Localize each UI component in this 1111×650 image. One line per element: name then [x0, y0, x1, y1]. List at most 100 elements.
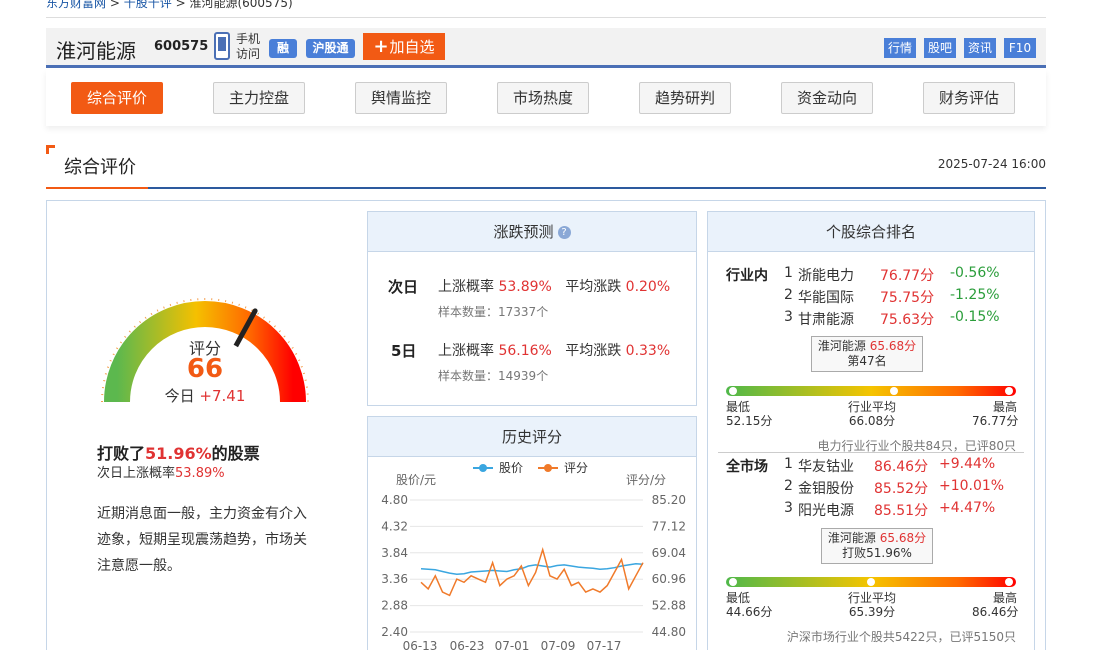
- rank-score: 75.63分: [880, 312, 935, 328]
- rank-change: -0.56%: [950, 265, 1000, 281]
- industry-min: 最低 52.15分: [726, 400, 772, 428]
- rank-number: 1: [784, 456, 793, 472]
- next-day-prob: 次日上涨概率53.89%: [97, 462, 225, 481]
- y-right-tick: 60.96: [652, 572, 686, 586]
- margin-badge[interactable]: 融: [269, 39, 297, 58]
- x-tick: 07-01: [495, 639, 530, 650]
- breadcrumb-current: 淮河能源(600575): [189, 0, 293, 10]
- rank-stock-name: 金钼股份: [798, 481, 854, 497]
- gauge-today: 今日 +7.41: [150, 385, 260, 406]
- y-right-tick: 77.12: [652, 519, 686, 533]
- tip-stock-name: 淮河能源: [817, 339, 866, 353]
- next-day-label: 次日上涨概率: [97, 466, 176, 481]
- legend-price-label[interactable]: 股价: [499, 461, 523, 475]
- add-watchlist-button[interactable]: +加自选: [363, 33, 445, 60]
- f10-link[interactable]: F10: [1004, 38, 1036, 58]
- prediction-header: 涨跌预测?: [368, 212, 696, 252]
- tab-sentiment[interactable]: 舆情监控: [355, 82, 447, 114]
- tab-overall-rating[interactable]: 综合评价: [71, 82, 163, 114]
- prediction-row: 上涨概率 56.16% 平均涨跌 0.33%: [438, 340, 670, 360]
- min-value: 52.15分: [726, 414, 773, 428]
- corner-decoration: [46, 145, 55, 154]
- history-chart: 股价/元 评分/分 股价 评分 4.80 85.20 4.32 77.12 3.84 69…: [381, 461, 686, 650]
- industry-score-bar: [726, 386, 1016, 396]
- max-label: 最高: [992, 591, 1017, 605]
- section-title-underline: [46, 187, 148, 189]
- y-right-tick: 44.80: [652, 625, 686, 639]
- bar-marker-dot: [890, 387, 899, 395]
- rank-stock-name: 华友钴业: [798, 459, 854, 475]
- rank-score: 86.46分: [874, 459, 929, 475]
- min-label: 最低: [726, 591, 751, 605]
- x-tick: 06-23: [450, 639, 485, 650]
- avg-change-label: 平均涨跌: [565, 279, 622, 295]
- breadcrumb-separator: >: [175, 0, 186, 10]
- sample-label: 样本数量：: [438, 369, 499, 383]
- news-link[interactable]: 资讯: [964, 38, 996, 58]
- industry-avg: 行业平均 66.08分: [847, 400, 897, 428]
- gauge-today-change: +7.41: [199, 387, 246, 405]
- stock-code: 600575: [154, 39, 209, 54]
- rank-change: -1.25%: [950, 287, 1000, 303]
- avg-change-value: 0.20%: [625, 279, 671, 295]
- tab-main-control[interactable]: 主力控盘: [213, 82, 305, 114]
- ranking-divider: [718, 452, 1024, 453]
- tab-financial[interactable]: 财务评估: [923, 82, 1015, 114]
- tab-market-heat[interactable]: 市场热度: [497, 82, 589, 114]
- score-series-line: [420, 547, 644, 597]
- avg-value: 66.08分: [848, 414, 896, 428]
- rank-number: 3: [784, 309, 793, 325]
- mobile-access-link[interactable]: 手机访问: [236, 32, 266, 62]
- breadcrumb-section-link[interactable]: 千股千评: [124, 0, 172, 10]
- x-tick: 07-17: [587, 639, 622, 650]
- section-datetime: 2025-07-24 16:00: [937, 157, 1046, 171]
- phone-icon[interactable]: [214, 32, 230, 60]
- price-series-line: [420, 563, 644, 575]
- y-left-tick: 2.88: [381, 599, 408, 613]
- forum-link[interactable]: 股吧: [924, 38, 956, 58]
- tab-trend[interactable]: 趋势研判: [639, 82, 731, 114]
- breadcrumb-divider: [46, 17, 1046, 18]
- beat-summary: 打败了51.96%的股票: [97, 440, 260, 464]
- up-prob-value: 53.89%: [498, 279, 552, 295]
- y-left-tick: 4.32: [381, 519, 408, 533]
- bar-max-dot: [1005, 387, 1013, 395]
- chart-series: [420, 547, 644, 597]
- legend-score-label[interactable]: 评分: [564, 461, 588, 475]
- sample-value: 14939个: [498, 369, 549, 383]
- tip-score: 65.68分: [879, 531, 927, 545]
- next-day-value: 53.89%: [175, 466, 225, 481]
- prediction-period: 5日: [391, 342, 417, 360]
- sample-label: 样本数量：: [438, 305, 499, 319]
- bar-max-dot: [1005, 578, 1013, 586]
- rank-stock-name: 浙能电力: [798, 268, 854, 284]
- breadcrumb-site-link[interactable]: 东方财富网: [46, 0, 106, 10]
- max-value: 86.46分: [972, 605, 1019, 619]
- tab-bar: 综合评价 主力控盘 舆情监控 市场热度 趋势研判 资金动向 财务评估: [46, 70, 1046, 126]
- rank-stock-name: 甘肃能源: [798, 312, 854, 328]
- rank-number: 3: [784, 500, 793, 516]
- prediction-period: 次日: [388, 278, 419, 296]
- y-right-tick: 69.04: [652, 546, 686, 560]
- tip-score: 65.68分: [869, 339, 917, 353]
- beat-percent: 51.96%: [145, 444, 212, 463]
- tab-capital-flow[interactable]: 资金动向: [781, 82, 873, 114]
- bar-min-dot: [729, 578, 737, 586]
- sample-count: 样本数量：14939个: [438, 367, 548, 384]
- gauge-score: 66: [186, 354, 224, 384]
- connect-badge[interactable]: 沪股通: [306, 39, 355, 58]
- market-min: 最低 44.66分: [726, 591, 772, 619]
- rank-change: -0.15%: [950, 309, 1000, 325]
- quote-link[interactable]: 行情: [884, 38, 916, 58]
- avg-label: 行业平均: [847, 591, 896, 605]
- min-label: 最低: [726, 400, 751, 414]
- market-max: 最高 86.46分: [972, 591, 1019, 619]
- market-footer: 沪深市场行业个股共5422只，已评5150只: [786, 630, 1016, 644]
- help-icon[interactable]: ?: [557, 226, 571, 239]
- y-right-tick: 52.88: [652, 599, 686, 613]
- y-left-tick: 3.36: [381, 572, 408, 586]
- y-left-tick: 2.40: [381, 625, 408, 639]
- legend-price-marker: [479, 464, 487, 472]
- breadcrumb: 东方财富网 > 千股千评 > 淮河能源(600575): [46, 0, 293, 10]
- market-rank-tooltip: 淮河能源 65.68分 打败51.96%: [821, 528, 933, 564]
